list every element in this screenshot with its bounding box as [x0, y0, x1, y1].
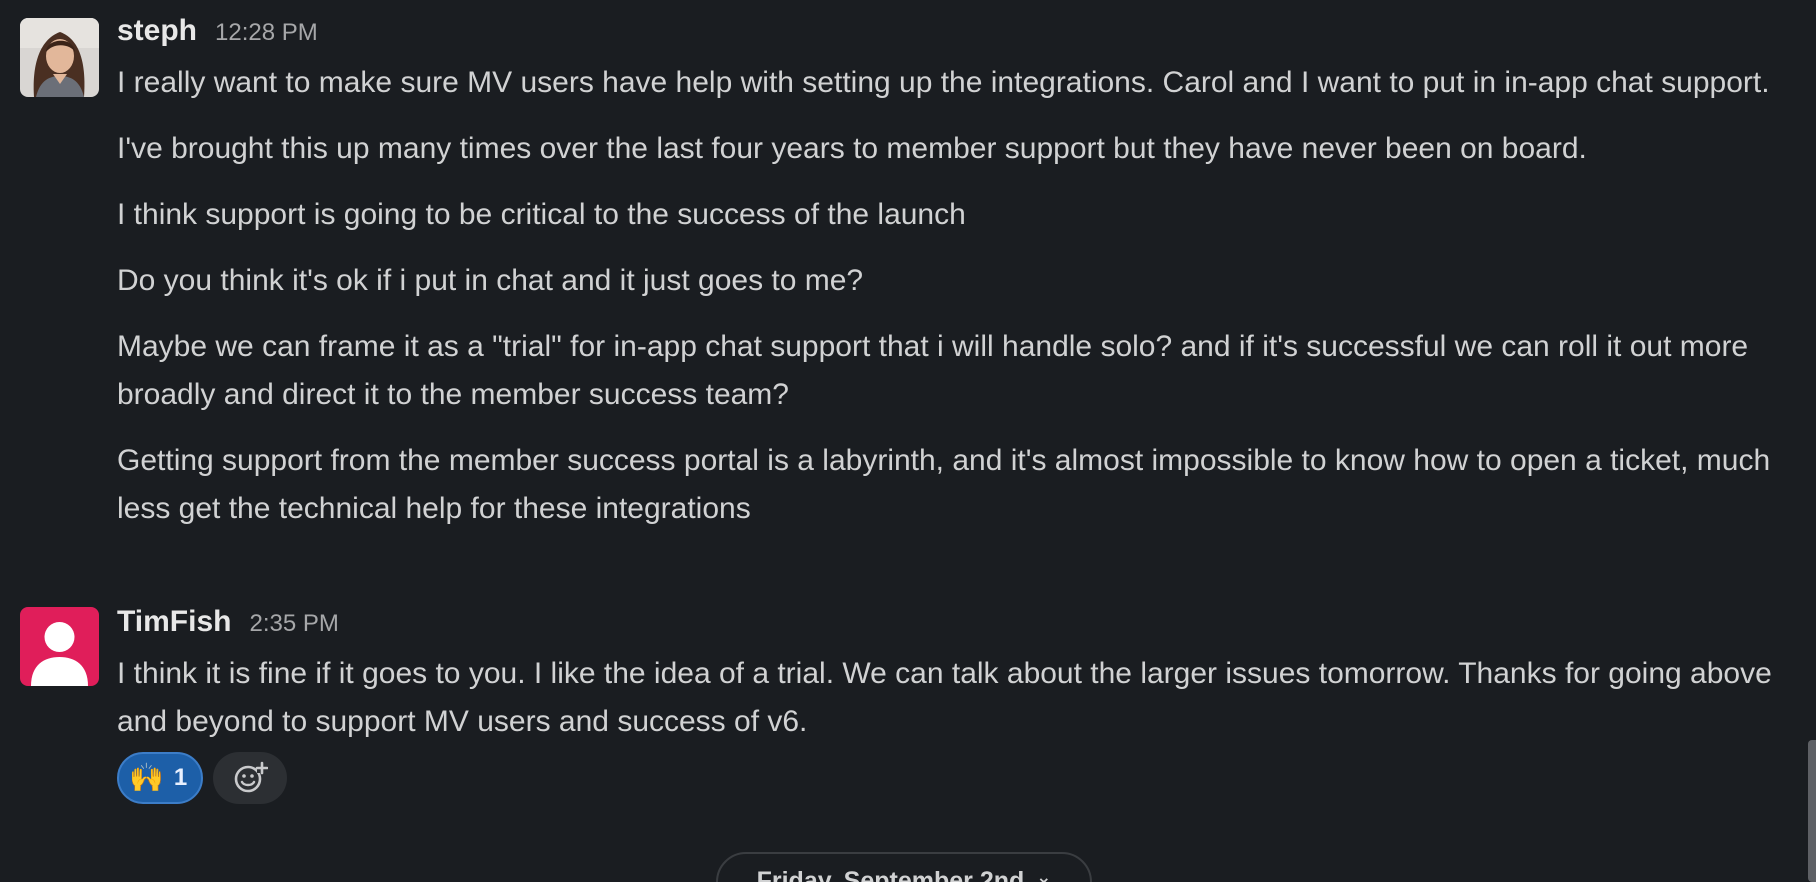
message-body: I really want to make sure MV users have… — [117, 59, 1777, 551]
message-thread: steph 12:28 PM I really want to make sur… — [0, 0, 1816, 882]
message-header: TimFish 2:35 PM — [117, 605, 339, 639]
message-paragraph: Maybe we can frame it as a "trial" for i… — [117, 330, 1749, 411]
message-body: I think it is fine if it goes to you. I … — [117, 650, 1777, 764]
chevron-down-icon: ⌄ — [1036, 867, 1052, 882]
reaction-count: 1 — [173, 764, 188, 791]
message-paragraph: Getting support from the member success … — [117, 444, 1771, 525]
reaction-raising-hands[interactable]: 🙌 1 — [117, 752, 204, 804]
timestamp[interactable]: 12:28 PM — [215, 19, 318, 47]
user-photo-icon — [20, 18, 99, 97]
message-paragraph: I've brought this up many times over the… — [117, 132, 1587, 165]
scrollbar-thumb[interactable] — [1808, 740, 1816, 882]
reactions-bar: 🙌 1 — [117, 752, 288, 804]
add-reaction-button[interactable] — [213, 752, 288, 804]
message-header: steph 12:28 PM — [117, 14, 318, 48]
message-paragraph: I think it is fine if it goes to you. I … — [117, 657, 1772, 738]
add-reaction-icon — [234, 761, 269, 793]
timestamp[interactable]: 2:35 PM — [249, 610, 338, 638]
default-user-icon — [31, 622, 88, 686]
username[interactable]: TimFish — [117, 605, 231, 639]
message-paragraph: I really want to make sure MV users have… — [117, 66, 1770, 99]
raising-hands-emoji: 🙌 — [129, 762, 164, 793]
avatar-steph[interactable] — [20, 18, 99, 97]
date-divider-label: Friday, September 2nd — [756, 867, 1025, 882]
avatar-timfish[interactable] — [20, 607, 99, 686]
message-paragraph: I think support is going to be critical … — [117, 198, 966, 231]
message-paragraph: Do you think it's ok if i put in chat an… — [117, 264, 864, 297]
username[interactable]: steph — [117, 14, 197, 48]
date-divider-button[interactable]: Friday, September 2nd ⌄ — [716, 852, 1092, 882]
